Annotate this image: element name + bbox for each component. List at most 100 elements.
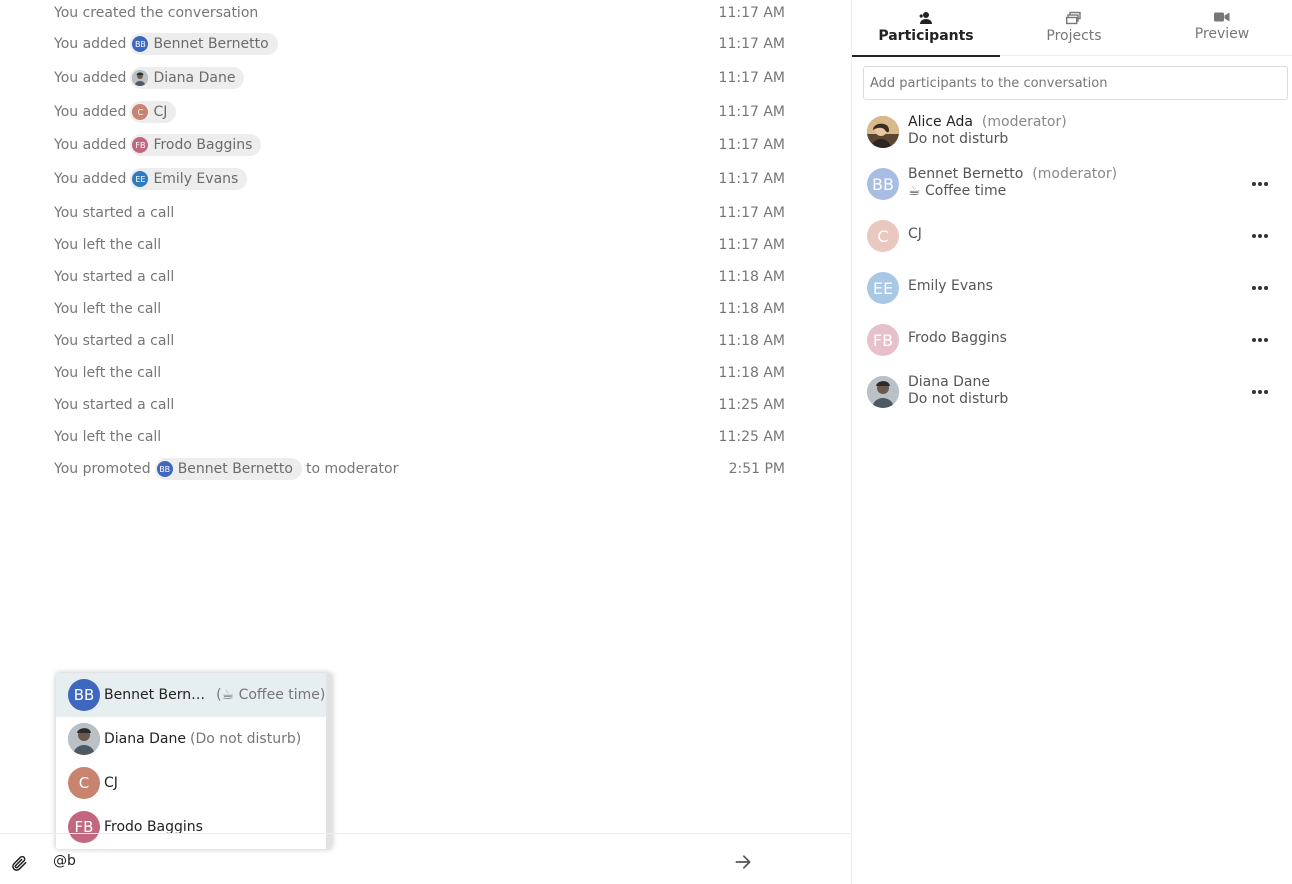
message-timestamp: 11:17 AM [718, 104, 785, 120]
attach-button[interactable] [8, 852, 30, 874]
message-timestamp: 11:17 AM [718, 5, 785, 21]
participant-item[interactable]: C CJ [852, 214, 1292, 266]
participant-role: (moderator) [981, 114, 1067, 130]
participant-more-button[interactable] [1248, 226, 1272, 246]
message-input[interactable]: @b [53, 853, 76, 873]
message-timestamp: 11:17 AM [718, 237, 785, 253]
more-horizontal-icon [1252, 234, 1268, 238]
message-text: You added EE Emily Evans [54, 168, 251, 190]
mention-option-avatar: C [68, 767, 100, 799]
chat-system-message: You added EE Emily Evans 11:17 AM [54, 166, 785, 192]
chat-system-message: You left the call 11:17 AM [54, 232, 785, 258]
message-prefix: You added [54, 137, 127, 153]
mention-chip[interactable]: BB Bennet Bernetto [154, 458, 302, 480]
participant-name: Emily Evans [908, 278, 993, 294]
message-list: You created the conversation 11:17 AM You … [0, 0, 851, 490]
message-text: You started a call [54, 269, 174, 285]
participant-item[interactable]: EE Emily Evans [852, 266, 1292, 318]
chat-system-message: You left the call 11:18 AM [54, 296, 785, 322]
mention-chip-avatar: BB [132, 36, 149, 52]
mention-chip[interactable]: EE Emily Evans [130, 168, 248, 190]
mention-option-avatar: BB [68, 679, 100, 711]
message-prefix: You started a call [54, 333, 175, 349]
mention-chip-avatar: EE [132, 171, 149, 187]
message-prefix: You left the call [54, 365, 162, 381]
participant-name: Frodo Baggins [908, 330, 1007, 346]
paperclip-icon [12, 855, 27, 871]
participant-item[interactable]: Alice Ada (moderator) Do not disturb [852, 110, 1292, 162]
mention-chip[interactable]: C CJ [130, 101, 177, 123]
message-prefix: You promoted [54, 461, 151, 477]
mention-chip[interactable]: Diana Dane [130, 67, 245, 89]
participant-more-button[interactable] [1248, 330, 1272, 350]
participant-item[interactable]: Diana Dane Do not disturb [852, 370, 1292, 422]
participant-avatar: EE [867, 272, 899, 304]
chat-system-message: You left the call 11:18 AM [54, 360, 785, 386]
message-text: You started a call [54, 333, 174, 349]
message-prefix: You added [54, 171, 127, 187]
message-text: You left the call [54, 301, 161, 317]
message-timestamp: 11:17 AM [718, 70, 785, 86]
mention-option[interactable]: BB Bennet Bern… (☕ Coffee time) [56, 673, 326, 717]
participant-name: Bennet Bernetto [908, 166, 1024, 182]
projects-icon [1066, 11, 1081, 25]
message-suffix: to moderator [305, 461, 399, 477]
mention-chip[interactable]: FB Frodo Baggins [130, 134, 262, 156]
participant-more-button[interactable] [1248, 382, 1272, 402]
send-button[interactable] [730, 849, 756, 875]
participant-more-button[interactable] [1248, 278, 1272, 298]
mention-option-name: Bennet Bern… [104, 687, 206, 703]
add-participants-input[interactable] [863, 66, 1288, 100]
participant-item[interactable]: BB Bennet Bernetto (moderator) ☕ Coffee tim… [852, 162, 1292, 214]
participant-status: ☕ Coffee time [908, 183, 1007, 199]
mention-chip-name: Bennet Bernetto [153, 36, 269, 52]
tab-projects[interactable]: Projects [1000, 0, 1148, 56]
participants-icon [919, 12, 932, 24]
message-prefix: You started a call [54, 205, 175, 221]
participant-name-row: Alice Ada (moderator) [908, 112, 1067, 132]
more-horizontal-icon [1252, 338, 1268, 342]
chat-system-message: You added C CJ 11:17 AM [54, 99, 785, 125]
chat-system-message: You started a call 11:17 AM [54, 200, 785, 226]
chat-system-message: You created the conversation 11:17 AM [54, 0, 785, 26]
mention-option-avatar [68, 723, 100, 755]
participant-more-button[interactable] [1248, 174, 1272, 194]
sidebar-tabs: Participants Projects Preview [852, 0, 1292, 57]
participant-avatar: C [867, 220, 899, 252]
tab-participants[interactable]: Participants [852, 0, 1000, 57]
mention-chip-avatar: FB [132, 137, 149, 153]
participant-avatar: FB [867, 324, 899, 356]
mention-chip[interactable]: BB Bennet Bernetto [130, 33, 278, 55]
message-prefix: You added [54, 70, 127, 86]
message-composer: @b [0, 833, 851, 884]
message-timestamp: 11:18 AM [718, 301, 785, 317]
participant-item[interactable]: FB Frodo Baggins [852, 318, 1292, 370]
message-timestamp: 11:25 AM [718, 397, 785, 413]
chat-system-message: You started a call 11:18 AM [54, 328, 785, 354]
chat-panel: You created the conversation 11:17 AM You … [0, 0, 851, 884]
message-prefix: You started a call [54, 269, 175, 285]
message-prefix: You left the call [54, 237, 162, 253]
participant-status: Do not disturb [908, 391, 1009, 407]
popup-scrollbar[interactable] [326, 673, 332, 849]
mention-chip-name: Frodo Baggins [153, 137, 253, 153]
message-timestamp: 11:17 AM [718, 36, 785, 52]
user-photo-icon [68, 723, 100, 755]
mention-option[interactable]: Diana Dane (Do not disturb) [56, 717, 326, 761]
mention-chip-name: Bennet Bernetto [177, 461, 293, 477]
message-timestamp: 11:25 AM [718, 429, 785, 445]
tab-preview[interactable]: Preview [1148, 0, 1292, 56]
message-timestamp: 11:17 AM [718, 137, 785, 153]
participant-role: (moderator) [1032, 166, 1118, 182]
message-timestamp: 11:18 AM [718, 333, 785, 349]
message-text: You added FB Frodo Baggins [54, 134, 265, 156]
message-timestamp: 11:17 AM [718, 171, 785, 187]
mention-option[interactable]: C CJ [56, 761, 326, 805]
chat-system-message: You added BB Bennet Bernetto 11:17 AM [54, 31, 785, 57]
mention-option-status: (☕ Coffee time) [216, 687, 326, 703]
message-text: You left the call [54, 237, 161, 253]
participant-avatar [867, 376, 899, 408]
mention-option-name: Diana Dane [104, 731, 186, 747]
mention-option-status: (Do not disturb) [190, 731, 302, 747]
participant-status: Do not disturb [908, 131, 1009, 147]
